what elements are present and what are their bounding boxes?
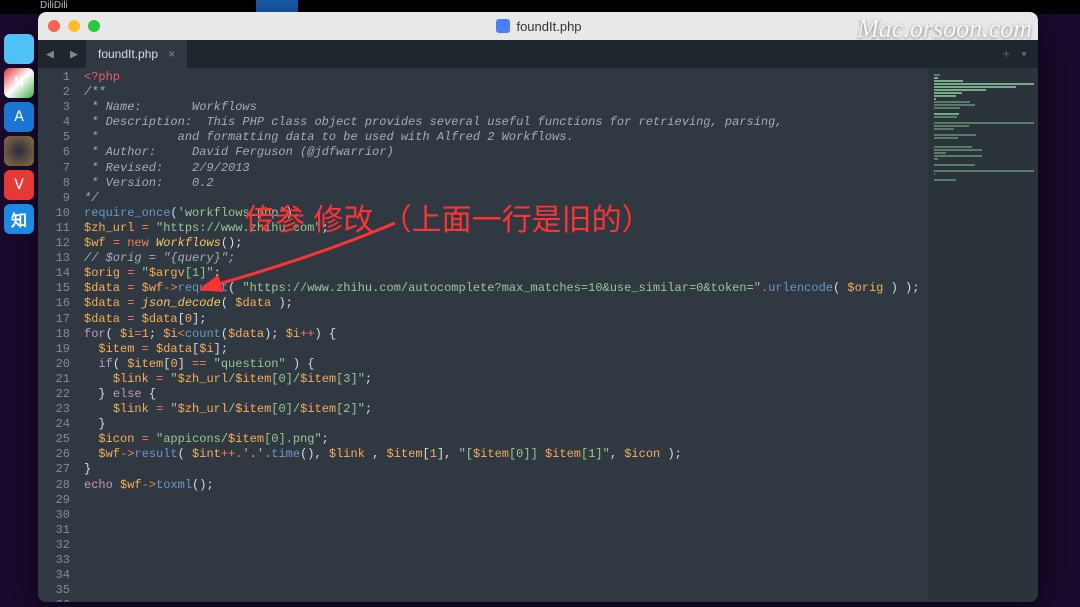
tab-next-button[interactable]: ▶	[62, 40, 86, 68]
line-number: 18	[38, 327, 70, 342]
line-number: 3	[38, 100, 70, 115]
tab-label: foundIt.php	[98, 47, 158, 61]
line-number: 22	[38, 387, 70, 402]
code-line[interactable]: for( $i=1; $i<count($data); $i++) {	[84, 327, 928, 342]
dock-app-v[interactable]: V	[4, 170, 34, 200]
window-title: foundIt.php	[108, 19, 970, 34]
code-line[interactable]: * Description: This PHP class object pro…	[84, 115, 928, 130]
line-number: 34	[38, 568, 70, 583]
code-line[interactable]: if( $item[0] == "question" ) {	[84, 357, 928, 372]
code-line[interactable]: $item = $data[$i];	[84, 342, 928, 357]
tab-foundit[interactable]: foundIt.php ×	[86, 40, 188, 68]
code-line[interactable]: $data = $wf->request( "https://www.zhihu…	[84, 281, 928, 296]
top-label: DiliDili	[40, 0, 68, 11]
line-number: 17	[38, 312, 70, 327]
editor-body: 1234567891011121314151617181920212223242…	[38, 68, 1038, 602]
code-line[interactable]: $data = $data[0];	[84, 312, 928, 327]
code-line[interactable]: /**	[84, 85, 928, 100]
new-tab-icon[interactable]: +	[1002, 47, 1010, 62]
line-number: 16	[38, 296, 70, 311]
line-number: 7	[38, 161, 70, 176]
line-number: 36	[38, 598, 70, 602]
line-number: 20	[38, 357, 70, 372]
code-line[interactable]: * Name: Workflows	[84, 100, 928, 115]
line-number: 6	[38, 145, 70, 160]
code-line[interactable]: $data = json_decode( $data );	[84, 296, 928, 311]
code-line[interactable]: * Author: David Ferguson (@jdfwarrior)	[84, 145, 928, 160]
line-number: 15	[38, 281, 70, 296]
line-number: 14	[38, 266, 70, 281]
code-line[interactable]: <?php	[84, 70, 928, 85]
traffic-lights	[48, 20, 100, 32]
dock-app-photo[interactable]	[4, 136, 34, 166]
line-number: 24	[38, 417, 70, 432]
code-line[interactable]: * Revised: 2/9/2013	[84, 161, 928, 176]
line-number-gutter: 1234567891011121314151617181920212223242…	[38, 68, 80, 602]
dock-app-zhihu[interactable]: 知	[4, 204, 34, 234]
line-number: 25	[38, 432, 70, 447]
code-line[interactable]: echo $wf->toxml();	[84, 478, 928, 493]
line-number: 31	[38, 523, 70, 538]
code-line[interactable]: */	[84, 191, 928, 206]
code-line[interactable]: $wf->result( $int++.'.'.time(), $link , …	[84, 447, 928, 462]
code-line[interactable]: $icon = "appicons/$item[0].png";	[84, 432, 928, 447]
code-line[interactable]: * and formatting data to be used with Al…	[84, 130, 928, 145]
close-button[interactable]	[48, 20, 60, 32]
code-line[interactable]: * Version: 0.2	[84, 176, 928, 191]
line-number: 2	[38, 85, 70, 100]
line-number: 28	[38, 478, 70, 493]
line-number: 33	[38, 553, 70, 568]
line-number: 9	[38, 191, 70, 206]
tab-actions: + ▾	[992, 40, 1038, 68]
file-type-icon	[496, 19, 510, 33]
line-number: 10	[38, 206, 70, 221]
code-line[interactable]: $link = "$zh_url/$item[0]/$item[3]";	[84, 372, 928, 387]
code-line[interactable]: // $orig = "{query}";	[84, 251, 928, 266]
code-line[interactable]: } else {	[84, 387, 928, 402]
code-line[interactable]: $link = "$zh_url/$item[0]/$item[2]";	[84, 402, 928, 417]
line-number: 32	[38, 538, 70, 553]
code-line[interactable]: $orig = "$argv[1]";	[84, 266, 928, 281]
dock-app-appstore[interactable]: A	[4, 102, 34, 132]
minimap[interactable]	[928, 68, 1038, 602]
window-titlebar[interactable]: foundIt.php	[38, 12, 1038, 40]
line-number: 1	[38, 70, 70, 85]
code-line[interactable]: }	[84, 417, 928, 432]
code-area[interactable]: <?php/** * Name: Workflows * Description…	[80, 68, 928, 602]
tab-prev-button[interactable]: ◀	[38, 40, 62, 68]
line-number: 11	[38, 221, 70, 236]
minimize-button[interactable]	[68, 20, 80, 32]
code-line[interactable]: require_once('workflows.php');	[84, 206, 928, 221]
line-number: 8	[38, 176, 70, 191]
line-number: 21	[38, 372, 70, 387]
line-number: 13	[38, 251, 70, 266]
dock: M A V 知	[0, 30, 38, 238]
tab-bar: ◀ ▶ foundIt.php × + ▾	[38, 40, 1038, 68]
dock-app-twitter[interactable]	[4, 34, 34, 64]
editor-window: foundIt.php ◀ ▶ foundIt.php × + ▾ 123456…	[38, 12, 1038, 602]
line-number: 23	[38, 402, 70, 417]
code-line[interactable]: }	[84, 462, 928, 477]
line-number: 27	[38, 462, 70, 477]
code-line[interactable]: $zh_url = "https://www.zhihu.com";	[84, 221, 928, 236]
line-number: 19	[38, 342, 70, 357]
line-number: 5	[38, 130, 70, 145]
code-line[interactable]: $wf = new Workflows();	[84, 236, 928, 251]
tab-close-icon[interactable]: ×	[168, 47, 175, 61]
tab-menu-icon[interactable]: ▾	[1020, 47, 1028, 62]
line-number: 26	[38, 447, 70, 462]
line-number: 30	[38, 508, 70, 523]
line-number: 35	[38, 583, 70, 598]
line-number: 12	[38, 236, 70, 251]
dock-app-mail[interactable]: M	[4, 68, 34, 98]
line-number: 29	[38, 493, 70, 508]
window-title-text: foundIt.php	[516, 19, 581, 34]
maximize-button[interactable]	[88, 20, 100, 32]
line-number: 4	[38, 115, 70, 130]
